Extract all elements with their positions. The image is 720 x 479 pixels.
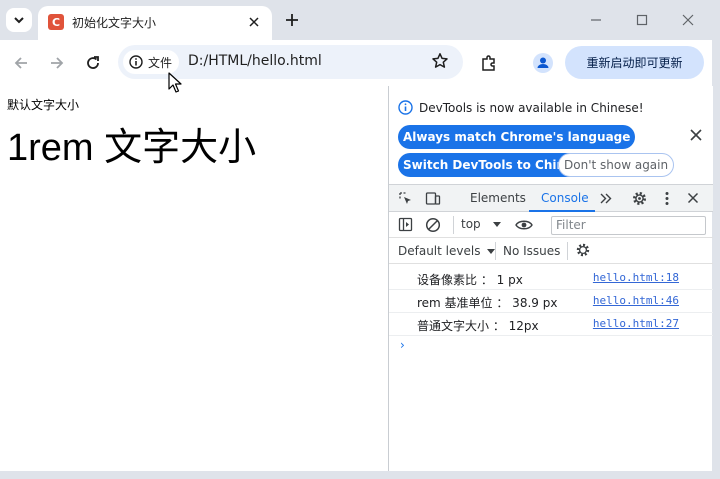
eye-icon[interactable] [515,218,533,232]
url-text[interactable]: D:/HTML/hello.html [188,53,322,69]
gear-icon[interactable] [631,190,648,207]
devtools-tab-bar: Elements Console [389,184,713,212]
divider [453,216,454,234]
maximize-icon [636,14,648,26]
context-label: top [461,217,481,231]
log-message: 设备像素比 ： 1 px [417,273,523,287]
kebab-menu-icon[interactable] [665,191,669,206]
more-tabs-icon[interactable] [599,192,613,205]
arrow-right-icon [51,57,64,69]
forward-button[interactable] [46,52,68,74]
context-selector[interactable]: top [461,217,501,231]
profile-button[interactable] [532,52,554,74]
log-message: rem 基准单位 ： 38.9 px [417,296,558,310]
close-window-button[interactable] [678,10,698,30]
browser-toolbar: 文件 D:/HTML/hello.html 重新启动即可更新 [0,40,712,86]
tab-close-button[interactable] [246,14,262,30]
tab-title: 初始化文字大小 [72,16,157,30]
tab-strip: C 初始化文字大小 [0,0,712,40]
notice-text: DevTools is now available in Chinese! [419,101,644,115]
minimize-button[interactable] [586,10,606,30]
info-icon [129,55,143,69]
info-icon [398,100,413,115]
inspect-element-icon[interactable] [398,191,413,206]
puzzle-icon [482,55,495,71]
log-source-link[interactable]: hello.html:18 [593,271,679,284]
close-icon[interactable] [689,128,703,142]
close-icon [249,17,259,27]
minimize-icon [591,19,601,21]
dont-show-again-button[interactable]: Don't show again [558,153,675,177]
extensions-button[interactable] [478,52,500,74]
console-toolbar: top Filter [389,212,713,238]
console-filter-input[interactable]: Filter [551,216,706,235]
chevron-down-icon [492,222,501,227]
console-log-row: 设备像素比 ： 1 px hello.html:18 [389,267,713,290]
reload-icon [87,56,99,69]
console-levels-bar: Default levels No Issues [389,238,713,264]
device-toolbar-icon[interactable] [425,191,441,206]
log-source-link[interactable]: hello.html:46 [593,294,679,307]
maximize-button[interactable] [632,10,652,30]
site-info-chip[interactable]: 文件 [123,50,179,74]
default-size-text: 默认文字大小 [7,98,80,112]
site-info-label: 文件 [148,55,173,70]
console-log-row: rem 基准单位 ： 38.9 px hello.html:46 [389,290,713,313]
clear-console-icon[interactable] [425,217,441,233]
relaunch-update-button[interactable]: 重新启动即可更新 [565,46,704,79]
tab-search-button[interactable] [6,8,32,32]
arrow-left-icon [14,57,27,69]
divider [567,242,568,260]
divider [495,242,496,260]
tab-console[interactable]: Console [541,191,589,205]
gear-icon[interactable] [575,242,591,258]
default-levels-dropdown[interactable]: Default levels [398,244,496,258]
avatar-icon [533,53,553,73]
reload-button[interactable] [82,52,104,74]
plus-icon [286,14,298,26]
page-viewport: 默认文字大小 1rem 文字大小 [0,86,388,471]
always-match-language-button[interactable]: Always match Chrome's language [398,125,636,149]
console-log-row: 普通文字大小 ： 12px hello.html:27 [389,313,713,336]
new-tab-button[interactable] [282,10,302,30]
log-message: 普通文字大小 ： 12px [417,319,539,333]
language-notice: DevTools is now available in Chinese! Al… [389,86,713,184]
log-source-link[interactable]: hello.html:27 [593,317,679,330]
console-prompt[interactable]: › [400,338,405,352]
close-icon[interactable] [687,192,699,204]
chevron-down-icon [14,17,24,24]
mouse-cursor-icon [168,72,182,93]
devtools-panel: DevTools is now available in Chinese! Al… [388,86,713,471]
browser-tab[interactable]: C 初始化文字大小 [38,6,272,40]
close-icon [682,14,694,26]
rem-size-text: 1rem 文字大小 [7,127,257,169]
browser-window: C 初始化文字大小 文件 D:/HTML/hello.html 重新启动即可更新… [0,0,713,471]
tab-elements[interactable]: Elements [470,191,526,205]
favicon-icon: C [48,14,64,30]
star-icon[interactable] [431,52,449,70]
sidebar-toggle-icon[interactable] [398,217,413,232]
back-button[interactable] [10,52,32,74]
issues-count[interactable]: No Issues [503,244,560,258]
default-levels-label: Default levels [398,244,481,258]
